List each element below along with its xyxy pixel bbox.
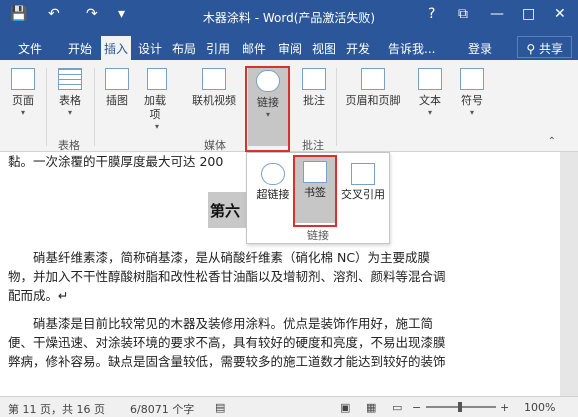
doc-line: 弊病，修补容易。缺点是固含量较低，需要较多的施工道数才能达到较好的装饰 xyxy=(8,354,446,369)
illustration-button[interactable]: 插图 xyxy=(100,64,134,108)
text-button[interactable]: 文本 ▾ xyxy=(412,64,448,117)
page-icon xyxy=(11,68,35,90)
page-button[interactable]: 页面 ▾ xyxy=(6,64,40,117)
doc-line: 物，并加入不干性醇酸树脂和改性松香甘油酯以及增韧剂、溶剂、颜料等混合调 xyxy=(8,269,446,284)
tab-file[interactable]: 文件 xyxy=(18,40,42,57)
omega-icon xyxy=(460,68,484,90)
hyperlink-button[interactable]: 超链接 xyxy=(251,159,295,202)
table-label: 表格 xyxy=(59,94,81,107)
comment-label: 批注 xyxy=(303,94,325,107)
doc-line: 硝基漆是目前比较常见的木器及装修用涂料。优点是装饰作用好，施工简 xyxy=(8,316,434,331)
sign-in-link[interactable]: 登录 xyxy=(468,40,492,57)
proofing-icon[interactable]: ▤ xyxy=(215,401,225,414)
doc-line: 便、干燥迅速、对涂装环境的要求不高，具有较好的硬度和亮度，不易出现漆膜 xyxy=(8,335,446,350)
group-divider xyxy=(46,68,47,146)
help-button[interactable]: ? xyxy=(428,6,435,22)
header-footer-label: 页眉和页脚 xyxy=(345,94,401,107)
globe-link-icon xyxy=(261,163,285,185)
link-highlight-box xyxy=(245,66,290,152)
tab-view[interactable]: 视图 xyxy=(312,40,336,57)
tab-home[interactable]: 开始 xyxy=(68,40,92,57)
online-video-button[interactable]: 联机视频 xyxy=(186,64,242,108)
zoom-in-icon[interactable]: + xyxy=(500,401,509,414)
close-button[interactable]: ✕ xyxy=(554,6,566,22)
comment-button[interactable]: 批注 xyxy=(296,64,332,108)
tab-mailings[interactable]: 邮件 xyxy=(242,40,266,57)
zoom-slider-handle[interactable] xyxy=(458,402,462,412)
chevron-down-icon: ▾ xyxy=(154,122,159,131)
word-count[interactable]: 6/8071 个字 xyxy=(130,401,194,417)
group-label-media: 媒体 xyxy=(204,139,226,152)
addin-label: 加载项 xyxy=(144,94,166,121)
header-footer-icon xyxy=(361,68,385,90)
link-dropdown: 超链接 书签 交叉引用 链接 xyxy=(246,152,390,244)
hyperlink-label: 超链接 xyxy=(256,188,290,201)
chevron-down-icon: ▾ xyxy=(469,108,474,117)
tab-insert[interactable]: 插入 xyxy=(101,36,132,60)
text-label: 文本 xyxy=(419,94,441,107)
group-divider xyxy=(94,68,95,146)
group-label-comment: 批注 xyxy=(302,139,324,152)
doc-line: 硝基纤维素漆，简称硝基漆，是从硝酸纤维素（硝化棉 NC）为主要成膜 xyxy=(8,250,431,265)
zoom-out-icon[interactable]: − xyxy=(412,401,421,414)
print-layout-icon[interactable]: ▦ xyxy=(366,401,376,414)
doc-line: 黏。一次涂覆的干膜厚度最大可达 200 xyxy=(8,154,224,169)
tab-design[interactable]: 设计 xyxy=(138,40,162,57)
page-count[interactable]: 第 11 页，共 16 页 xyxy=(8,401,105,417)
chevron-down-icon: ▾ xyxy=(67,108,72,117)
symbol-button[interactable]: 符号 ▾ xyxy=(454,64,490,117)
web-layout-icon[interactable]: ▭ xyxy=(392,401,402,414)
group-divider xyxy=(336,68,337,146)
tell-me-search[interactable]: 告诉我... xyxy=(388,40,435,57)
zoom-level[interactable]: 100% xyxy=(524,401,555,414)
maximize-button[interactable]: □ xyxy=(522,6,535,22)
symbol-label: 符号 xyxy=(461,94,483,107)
share-button[interactable]: ⚲ 共享 xyxy=(517,36,572,58)
ribbon-tab-bar: 文件 开始 插入 设计 布局 引用 邮件 审阅 视图 开发 告诉我... 登录 … xyxy=(0,32,578,60)
chevron-down-icon: ▾ xyxy=(20,108,25,117)
table-icon xyxy=(58,68,82,90)
addin-icon xyxy=(147,68,167,90)
tab-layout[interactable]: 布局 xyxy=(172,40,196,57)
title-bar: 💾 ↶ ↷ ▾ 木器涂料 - Word(产品激活失败) ? ⧉ — □ ✕ xyxy=(0,0,578,32)
tab-developer[interactable]: 开发 xyxy=(346,40,370,57)
page-label: 页面 xyxy=(12,94,34,107)
ribbon: 页面 ▾ 表格 ▾ 表格 插图 加载项 ▾ 联机视频 媒体 链接 ▾ 批注 批注… xyxy=(0,60,578,152)
illustration-label: 插图 xyxy=(106,94,128,107)
collapse-ribbon-icon[interactable]: ⌃ xyxy=(548,136,556,147)
tab-references[interactable]: 引用 xyxy=(206,40,230,57)
read-mode-icon[interactable]: ▣ xyxy=(340,401,350,414)
tab-review[interactable]: 审阅 xyxy=(278,40,302,57)
addin-button[interactable]: 加载项 ▾ xyxy=(142,64,172,131)
status-bar: 第 11 页，共 16 页 6/8071 个字 ▤ ▣ ▦ ▭ − + 100% xyxy=(0,396,578,417)
chevron-down-icon: ▾ xyxy=(427,108,432,117)
group-label-links: 链接 xyxy=(307,229,329,242)
group-label-table: 表格 xyxy=(58,139,80,152)
cross-reference-label: 交叉引用 xyxy=(341,188,385,201)
minimize-button[interactable]: — xyxy=(490,6,504,22)
user-icon: ⚲ xyxy=(526,42,539,56)
doc-heading: 第六 xyxy=(210,202,241,220)
online-video-label: 联机视频 xyxy=(192,94,236,107)
video-icon xyxy=(202,68,226,90)
ribbon-display-button[interactable]: ⧉ xyxy=(458,6,468,22)
share-label: 共享 xyxy=(538,42,563,56)
cross-reference-icon xyxy=(351,163,375,185)
cross-reference-button[interactable]: 交叉引用 xyxy=(337,159,389,202)
table-button[interactable]: 表格 ▾ xyxy=(52,64,88,117)
shapes-icon xyxy=(105,68,129,90)
doc-line: 配而成。↵ xyxy=(8,288,69,303)
text-icon xyxy=(418,68,442,90)
bookmark-highlight-box xyxy=(293,155,337,227)
header-footer-button[interactable]: 页眉和页脚 xyxy=(342,64,404,108)
comment-icon xyxy=(302,68,326,90)
